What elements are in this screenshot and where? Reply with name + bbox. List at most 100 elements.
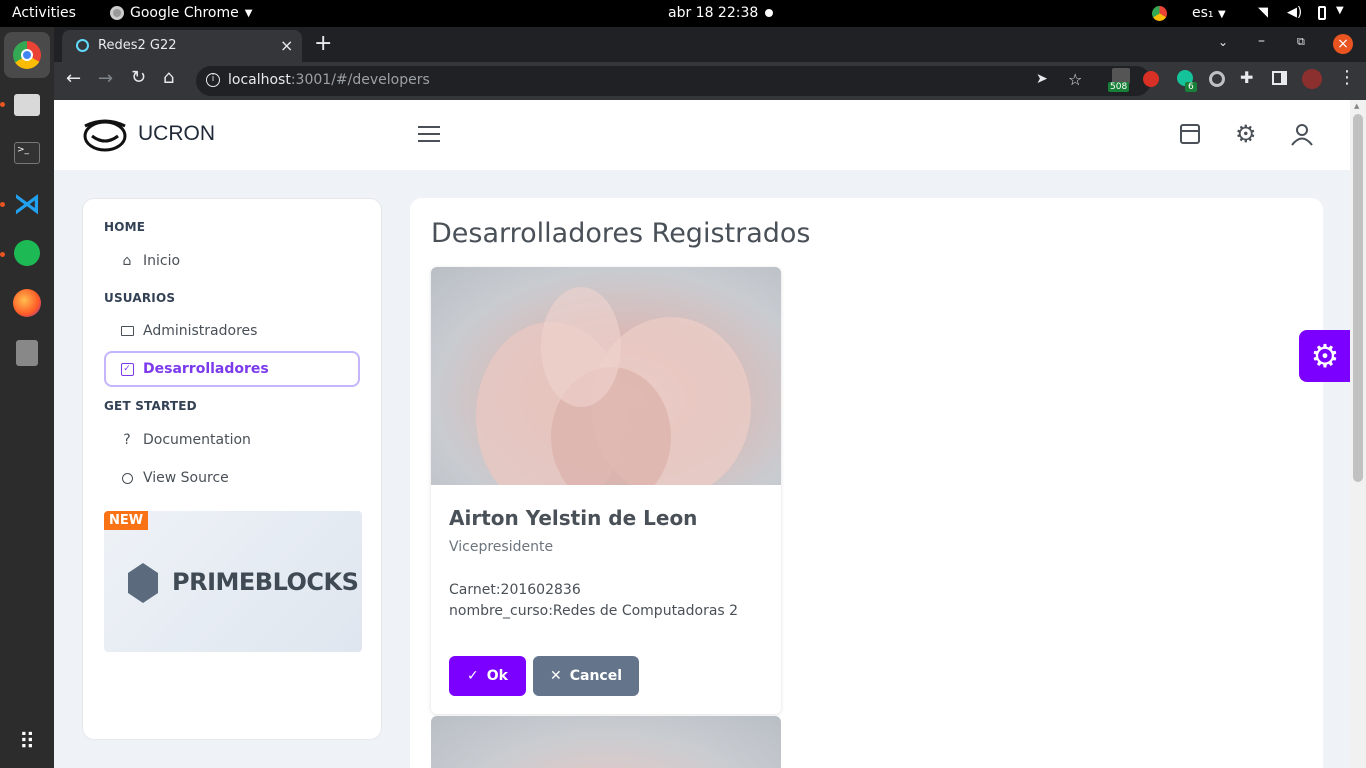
page-viewport: UCRON ⚙ HOME ⌂ Inicio USUARIOS Administr… — [54, 100, 1350, 768]
close-icon[interactable]: × — [280, 36, 293, 55]
sidebar-item-label: Desarrolladores — [143, 361, 269, 377]
dock-files[interactable] — [4, 82, 50, 128]
home-icon: ⌂ — [122, 253, 132, 269]
primeblocks-banner[interactable]: NEW PRIMEBLOCKS — [104, 511, 362, 652]
vscode-icon: ⋊ — [13, 186, 41, 220]
tab-redes2[interactable]: Redes2 G22 × — [62, 30, 302, 62]
main-content: Desarrolladores Registrados Airton Yelst… — [410, 198, 1323, 768]
logo[interactable]: UCRON — [82, 116, 215, 152]
disk-icon — [16, 340, 38, 366]
star-icon[interactable]: ☆ — [1068, 70, 1082, 89]
mail-badge: 508 — [1108, 82, 1130, 92]
sidebar-item-administradores[interactable]: Administradores — [104, 313, 360, 349]
cancel-button[interactable]: ✕ Cancel — [533, 656, 639, 696]
user-button[interactable] — [1290, 122, 1314, 146]
chevron-down-icon[interactable]: ▼ — [1336, 5, 1344, 16]
puzzle-icon[interactable]: ✚ — [1240, 68, 1253, 87]
config-button[interactable]: ⚙ — [1299, 330, 1350, 382]
sidebar-item-view-source[interactable]: View Source — [104, 460, 360, 496]
chevron-down-icon: ▼ — [1217, 9, 1226, 20]
activities-button[interactable]: Activities — [12, 5, 76, 21]
brand-name: UCRON — [138, 122, 215, 145]
sidebar-item-desarrolladores[interactable]: ✓ Desarrolladores — [104, 351, 360, 387]
dock-firefox[interactable] — [4, 280, 50, 326]
topbar: UCRON ⚙ — [54, 100, 1350, 170]
dock-terminal[interactable]: >_ — [4, 130, 50, 176]
show-apps-button[interactable]: ⠿ — [4, 720, 50, 766]
chrome-icon — [13, 41, 41, 69]
extension-icon[interactable] — [1209, 71, 1225, 87]
forward-icon[interactable]: → — [98, 68, 113, 89]
hamburger-line — [418, 133, 440, 135]
volume-icon[interactable]: ◀) — [1287, 5, 1302, 20]
section-title-home: HOME — [104, 220, 146, 234]
notification-dot — [765, 9, 773, 17]
ok-button[interactable]: ✓ Ok — [449, 656, 526, 696]
tab-strip: Redes2 G22 × + ⌄ – ⧉ × — [54, 27, 1366, 62]
profile-avatar[interactable] — [1302, 69, 1322, 89]
developer-role: Vicepresidente — [449, 539, 554, 555]
menu-toggle-button[interactable] — [418, 126, 440, 142]
minimize-icon[interactable]: – — [1258, 33, 1265, 49]
chrome-tray-icon[interactable] — [1152, 6, 1167, 21]
address-bar[interactable]: i localhost:3001/#/developers ➤ ☆ — [196, 66, 1151, 96]
side-panel-icon[interactable] — [1272, 71, 1287, 85]
menu-icon[interactable]: ⋮ — [1338, 67, 1356, 88]
section-title-get-started: GET STARTED — [104, 399, 197, 413]
sidebar-item-label: View Source — [143, 470, 229, 486]
home-icon[interactable]: ⌂ — [163, 67, 174, 88]
question-icon: ? — [123, 432, 131, 448]
scroll-up-icon[interactable]: ▲ — [1354, 102, 1359, 110]
toolbar: ← → ↻ ⌂ i localhost:3001/#/developers ➤ … — [54, 62, 1366, 100]
ok-label: Ok — [486, 668, 508, 684]
sidebar-item-label: Administradores — [143, 323, 258, 339]
sidebar-item-documentation[interactable]: ? Documentation — [104, 422, 360, 458]
window-close-icon[interactable]: × — [1333, 34, 1353, 54]
new-badge: NEW — [104, 511, 149, 530]
tab-search-icon[interactable]: ⌄ — [1218, 35, 1228, 49]
url-host: localhost — [228, 72, 291, 88]
wifi-icon[interactable]: ◥ — [1258, 5, 1268, 20]
settings-button[interactable]: ⚙ — [1235, 120, 1257, 148]
developer-card: Airton Yelstin de Leon Vicepresidente Ca… — [431, 267, 781, 714]
page-scrollbar[interactable]: ▲ — [1350, 100, 1366, 768]
dock-spotify[interactable] — [4, 230, 50, 276]
close-icon: ✕ — [549, 668, 562, 684]
terminal-icon: >_ — [14, 142, 40, 164]
send-icon[interactable]: ➤ — [1036, 71, 1048, 87]
developer-card-next — [431, 716, 781, 768]
page-title: Desarrolladores Registrados — [431, 218, 811, 249]
block-extension-icon[interactable] — [1143, 71, 1159, 87]
check-square-icon: ✓ — [119, 362, 135, 376]
promo-title: PRIMEBLOCKS — [172, 568, 359, 596]
new-tab-icon[interactable]: + — [314, 31, 332, 56]
os-top-bar: Activities Google Chrome ▼ abr 18 22:38 … — [0, 0, 1366, 27]
dock-disk[interactable] — [4, 330, 50, 376]
firefox-icon — [13, 289, 41, 317]
clock[interactable]: abr 18 22:38 — [668, 5, 758, 21]
section-title-usuarios: USUARIOS — [104, 291, 176, 305]
calendar-icon — [1182, 130, 1198, 132]
calendar-button[interactable] — [1180, 124, 1200, 144]
scroll-thumb[interactable] — [1353, 114, 1363, 482]
sidebar-item-label: Documentation — [143, 432, 251, 448]
card-image-art — [476, 287, 751, 485]
sidebar: HOME ⌂ Inicio USUARIOS Administradores ✓… — [82, 198, 382, 740]
sidebar-item-label: Inicio — [143, 253, 181, 269]
url-path: :3001/#/developers — [290, 72, 430, 88]
developer-course: nombre_curso:Redes de Computadoras 2 — [449, 603, 739, 619]
developer-carnet: Carnet:201602836 — [449, 582, 581, 598]
dock-chrome[interactable] — [4, 32, 50, 78]
dock-vscode[interactable]: ⋊ — [4, 180, 50, 226]
battery-icon[interactable] — [1318, 6, 1326, 20]
app-menu[interactable]: Google Chrome ▼ — [110, 5, 252, 21]
search-icon — [119, 472, 135, 484]
reload-icon[interactable]: ↻ — [131, 67, 146, 88]
back-icon[interactable]: ← — [66, 68, 81, 89]
folder-icon — [14, 94, 40, 116]
grid-icon: ⠿ — [18, 730, 36, 755]
language-indicator[interactable]: es₁ ▼ — [1192, 5, 1226, 21]
sidebar-item-inicio[interactable]: ⌂ Inicio — [104, 243, 360, 279]
gear-icon: ⚙ — [1310, 337, 1340, 375]
maximize-icon[interactable]: ⧉ — [1297, 35, 1305, 49]
